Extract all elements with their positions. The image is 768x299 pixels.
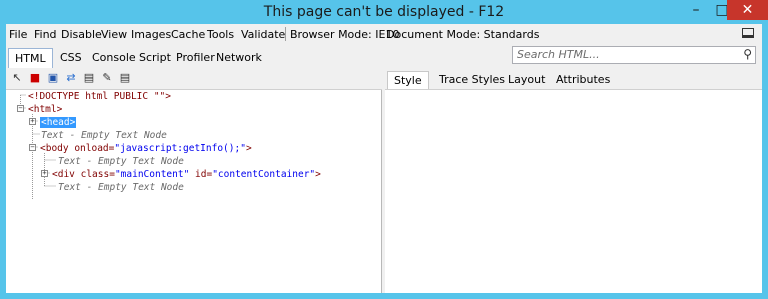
collapse-html-icon[interactable]: −	[17, 105, 24, 112]
menu-tools[interactable]: Tools	[207, 28, 234, 41]
search-placeholder: Search HTML...	[517, 48, 600, 61]
menu-disable[interactable]: Disable	[61, 28, 102, 41]
minimize-button[interactable]: –	[682, 0, 710, 20]
browser-mode-menu[interactable]: Browser Mode: IE10	[290, 28, 399, 41]
tab-network[interactable]: Network	[210, 48, 268, 68]
tab-style[interactable]: Style	[387, 71, 429, 89]
doctype-node[interactable]: <!DOCTYPE html PUBLIC "">	[28, 90, 171, 103]
menu-bar: File Find Disable View Images Cache Tool…	[6, 24, 762, 44]
title-bar: This page can't be displayed - F12 – □ ✕	[0, 0, 768, 24]
tab-attributes[interactable]: Attributes	[550, 71, 616, 89]
document-mode-menu[interactable]: Document Mode: Standards	[386, 28, 539, 41]
select-element-icon[interactable]: ↖	[10, 71, 24, 85]
style-tabs: Style Trace Styles Layout Attributes	[385, 68, 762, 90]
div-node[interactable]: <div class="mainContent" id="contentCont…	[52, 168, 321, 181]
tab-css[interactable]: CSS	[54, 48, 88, 68]
head-node[interactable]: <head>	[40, 116, 77, 129]
word-wrap-icon[interactable]: ▤	[82, 71, 96, 85]
tab-layout[interactable]: Layout	[502, 71, 551, 89]
search-icon[interactable]: ⚲	[743, 47, 752, 61]
menu-find[interactable]: Find	[34, 28, 57, 41]
save-icon[interactable]: ▣	[46, 71, 60, 85]
devtools-client: File Find Disable View Images Cache Tool…	[6, 24, 762, 293]
dom-pane: ↖ ■ ▣ ⇄ ▤ ✎ ▤ <!DOCTYPE html PUBLIC ""> …	[6, 68, 382, 293]
attributes-icon[interactable]: ▤	[118, 71, 132, 85]
dock-icon[interactable]	[742, 28, 754, 38]
menu-file[interactable]: File	[9, 28, 27, 41]
text-node[interactable]: Text - Empty Text Node	[58, 181, 184, 194]
style-pane: Style Trace Styles Layout Attributes	[385, 68, 762, 293]
expand-head-icon[interactable]: +	[29, 118, 36, 125]
menu-view[interactable]: View	[101, 28, 127, 41]
tab-bar: HTML CSS Console Script Profiler Network…	[6, 44, 762, 68]
edit-icon[interactable]: ✎	[100, 71, 114, 85]
collapse-body-icon[interactable]: −	[29, 144, 36, 151]
tab-html[interactable]: HTML	[8, 48, 53, 68]
close-button[interactable]: ✕	[727, 0, 768, 20]
clear-outline-icon[interactable]: ■	[28, 71, 42, 85]
menu-cache[interactable]: Cache	[171, 28, 205, 41]
f12-window: This page can't be displayed - F12 – □ ✕…	[0, 0, 768, 299]
menu-validate[interactable]: Validate	[241, 28, 285, 41]
refresh-icon[interactable]: ⇄	[64, 71, 78, 85]
body-node[interactable]: <body onload="javascript:getInfo();">	[40, 142, 252, 155]
text-node[interactable]: Text - Empty Text Node	[58, 155, 184, 168]
menu-images[interactable]: Images	[131, 28, 171, 41]
html-node[interactable]: <html>	[28, 103, 62, 116]
search-input[interactable]: Search HTML... ⚲	[512, 46, 756, 64]
text-node[interactable]: Text - Empty Text Node	[41, 129, 167, 142]
tab-trace-styles[interactable]: Trace Styles	[433, 71, 511, 89]
window-title: This page can't be displayed - F12	[263, 4, 505, 20]
menu-separator	[285, 27, 286, 41]
html-toolbar: ↖ ■ ▣ ⇄ ▤ ✎ ▤	[6, 68, 382, 90]
expand-div-icon[interactable]: +	[41, 170, 48, 177]
